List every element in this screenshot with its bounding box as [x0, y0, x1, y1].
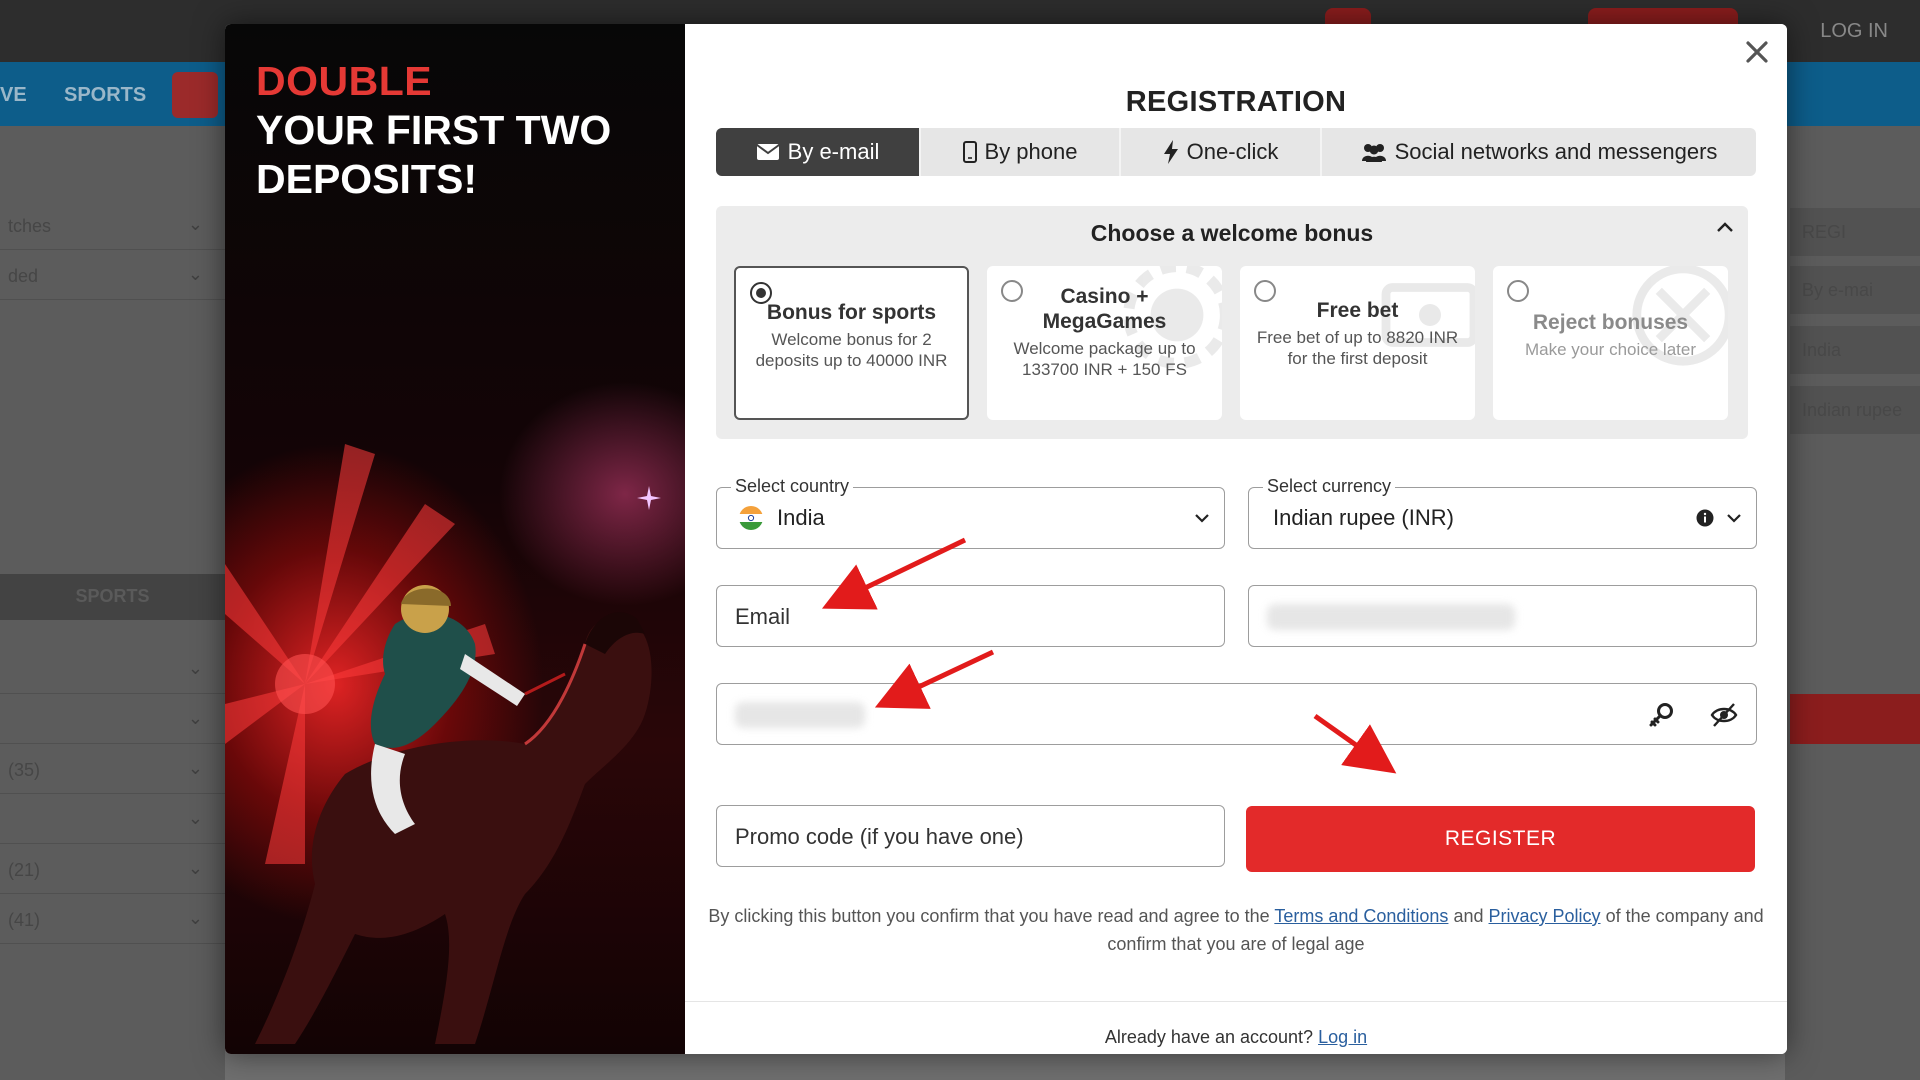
bonus-title: Free bet	[1316, 299, 1399, 322]
tab-label: By e-mail	[787, 139, 880, 164]
tab-label: Social networks and messengers	[1394, 139, 1718, 164]
phone-icon	[962, 141, 977, 163]
background-sidebar-row: (35) ⌄	[0, 746, 225, 794]
bonus-title: Bonus for sports	[766, 301, 937, 324]
tab-label: By phone	[984, 139, 1078, 164]
background-right-red-button	[1790, 694, 1920, 744]
background-sidebar-row: ⌄	[0, 696, 225, 744]
background-sidebar-row: ⌄	[0, 796, 225, 844]
promo-banner: DOUBLE YOUR FIRST TWO DEPOSITS!	[225, 24, 685, 1054]
chevron-down-icon	[1727, 514, 1741, 523]
background-sidebar-row: ded ⌄	[0, 252, 225, 300]
promo-code-field[interactable]: Promo code (if you have one)	[716, 805, 1225, 867]
bonus-option-free-bet[interactable]: Free bet Free bet of up to 8820 INR for …	[1240, 266, 1475, 420]
bonus-option-casino[interactable]: Casino + MegaGames Welcome package up to…	[987, 266, 1222, 420]
promo-code-placeholder: Promo code (if you have one)	[735, 824, 1024, 849]
bonus-option-sports[interactable]: Bonus for sports Welcome bonus for 2 dep…	[734, 266, 969, 420]
promo-title: YOUR FIRST TWO DEPOSITS!	[256, 107, 612, 202]
users-icon	[1361, 144, 1386, 162]
secondary-input-field[interactable]	[1248, 585, 1757, 647]
login-prompt-text: Already have an account?	[1104, 1027, 1314, 1047]
background-sidebar-row: tches ⌄	[0, 202, 225, 250]
registration-form: REGISTRATION By e-mail By phone One-clic…	[685, 24, 1787, 1054]
login-link[interactable]: Log in	[1318, 1027, 1367, 1047]
currency-value: Indian rupee (INR)	[1273, 505, 1454, 530]
country-legend: Select country	[731, 476, 854, 497]
email-field[interactable]: Email	[716, 585, 1225, 647]
collapse-button[interactable]	[1716, 220, 1734, 238]
bonus-title: Casino + MegaGames	[1042, 285, 1167, 333]
background-right-box: REGI	[1790, 208, 1920, 256]
background-right-box: By e-mai	[1790, 266, 1920, 314]
register-button[interactable]: REGISTER	[1246, 806, 1755, 872]
close-icon	[1746, 41, 1768, 63]
india-flag-icon	[739, 506, 763, 530]
background-sidebar-row: (21) ⌄	[0, 846, 225, 894]
legal-text: By clicking this button you confirm that…	[708, 906, 1270, 926]
chevron-up-icon	[1717, 222, 1733, 232]
lightning-icon	[1163, 140, 1178, 164]
background-right-box: Indian rupee	[1790, 386, 1920, 434]
legal-disclaimer: By clicking this button you confirm that…	[705, 902, 1767, 958]
eye-slash-icon[interactable]	[1710, 702, 1738, 728]
bonus-description: Welcome package up to 133700 INR + 150 F…	[1013, 339, 1196, 379]
info-icon[interactable]	[1696, 509, 1714, 527]
background-login-link: LOG IN	[1820, 20, 1888, 42]
background-right-box: India	[1790, 326, 1920, 374]
background-sidebar-row: (41) ⌄	[0, 896, 225, 944]
tab-by-email[interactable]: By e-mail	[716, 128, 921, 176]
close-button[interactable]	[1737, 32, 1777, 72]
terms-link[interactable]: Terms and Conditions	[1274, 906, 1448, 926]
registration-modal: DOUBLE YOUR FIRST TWO DEPOSITS! REGISTRA…	[225, 24, 1787, 1054]
key-icon[interactable]	[1648, 702, 1674, 728]
bonus-title: Reject bonuses	[1532, 311, 1689, 334]
bonus-description: Free bet of up to 8820 INR for the first…	[1256, 328, 1459, 368]
bonus-option-reject[interactable]: Reject bonuses Make your choice later	[1493, 266, 1728, 420]
currency-select[interactable]: Select currency Indian rupee (INR)	[1248, 476, 1757, 549]
chevron-down-icon	[1195, 514, 1209, 523]
country-select[interactable]: Select country India	[716, 476, 1225, 549]
background-nav-live: VE	[0, 84, 27, 106]
jockey-horse-illustration	[225, 444, 652, 1044]
email-placeholder: Email	[735, 604, 791, 629]
tab-one-click[interactable]: One-click	[1121, 128, 1322, 176]
background-nav-sports: SPORTS	[64, 84, 147, 106]
tab-label: One-click	[1186, 139, 1279, 164]
blurred-password	[735, 702, 865, 728]
bonus-header: Choose a welcome bonus	[1090, 220, 1374, 246]
background-sports-header: SPORTS	[0, 574, 225, 620]
legal-text: and	[1453, 906, 1484, 926]
tab-by-phone[interactable]: By phone	[921, 128, 1121, 176]
currency-legend: Select currency	[1263, 476, 1396, 497]
blurred-value	[1267, 604, 1515, 630]
bonus-description: Welcome bonus for 2 deposits up to 40000…	[755, 330, 948, 370]
background-hot-button	[172, 72, 218, 118]
privacy-policy-link[interactable]: Privacy Policy	[1489, 906, 1601, 926]
tab-social-networks[interactable]: Social networks and messengers	[1322, 128, 1756, 176]
password-field[interactable]	[716, 683, 1757, 745]
country-value: India	[777, 505, 825, 530]
welcome-bonus-section: Choose a welcome bonus Bonus for sports …	[716, 206, 1748, 439]
bonus-description: Make your choice later	[1524, 340, 1697, 359]
promo-title-highlight: DOUBLE	[256, 58, 433, 104]
radio-button[interactable]	[1507, 280, 1529, 302]
envelope-icon	[756, 144, 780, 160]
login-prompt: Already have an account? Log in	[685, 1027, 1787, 1048]
divider	[685, 1001, 1787, 1002]
page-title: REGISTRATION	[1125, 86, 1347, 118]
background-sidebar-row: ⌄	[0, 646, 225, 694]
registration-method-tabs: By e-mail By phone One-click Social netw…	[716, 128, 1756, 176]
